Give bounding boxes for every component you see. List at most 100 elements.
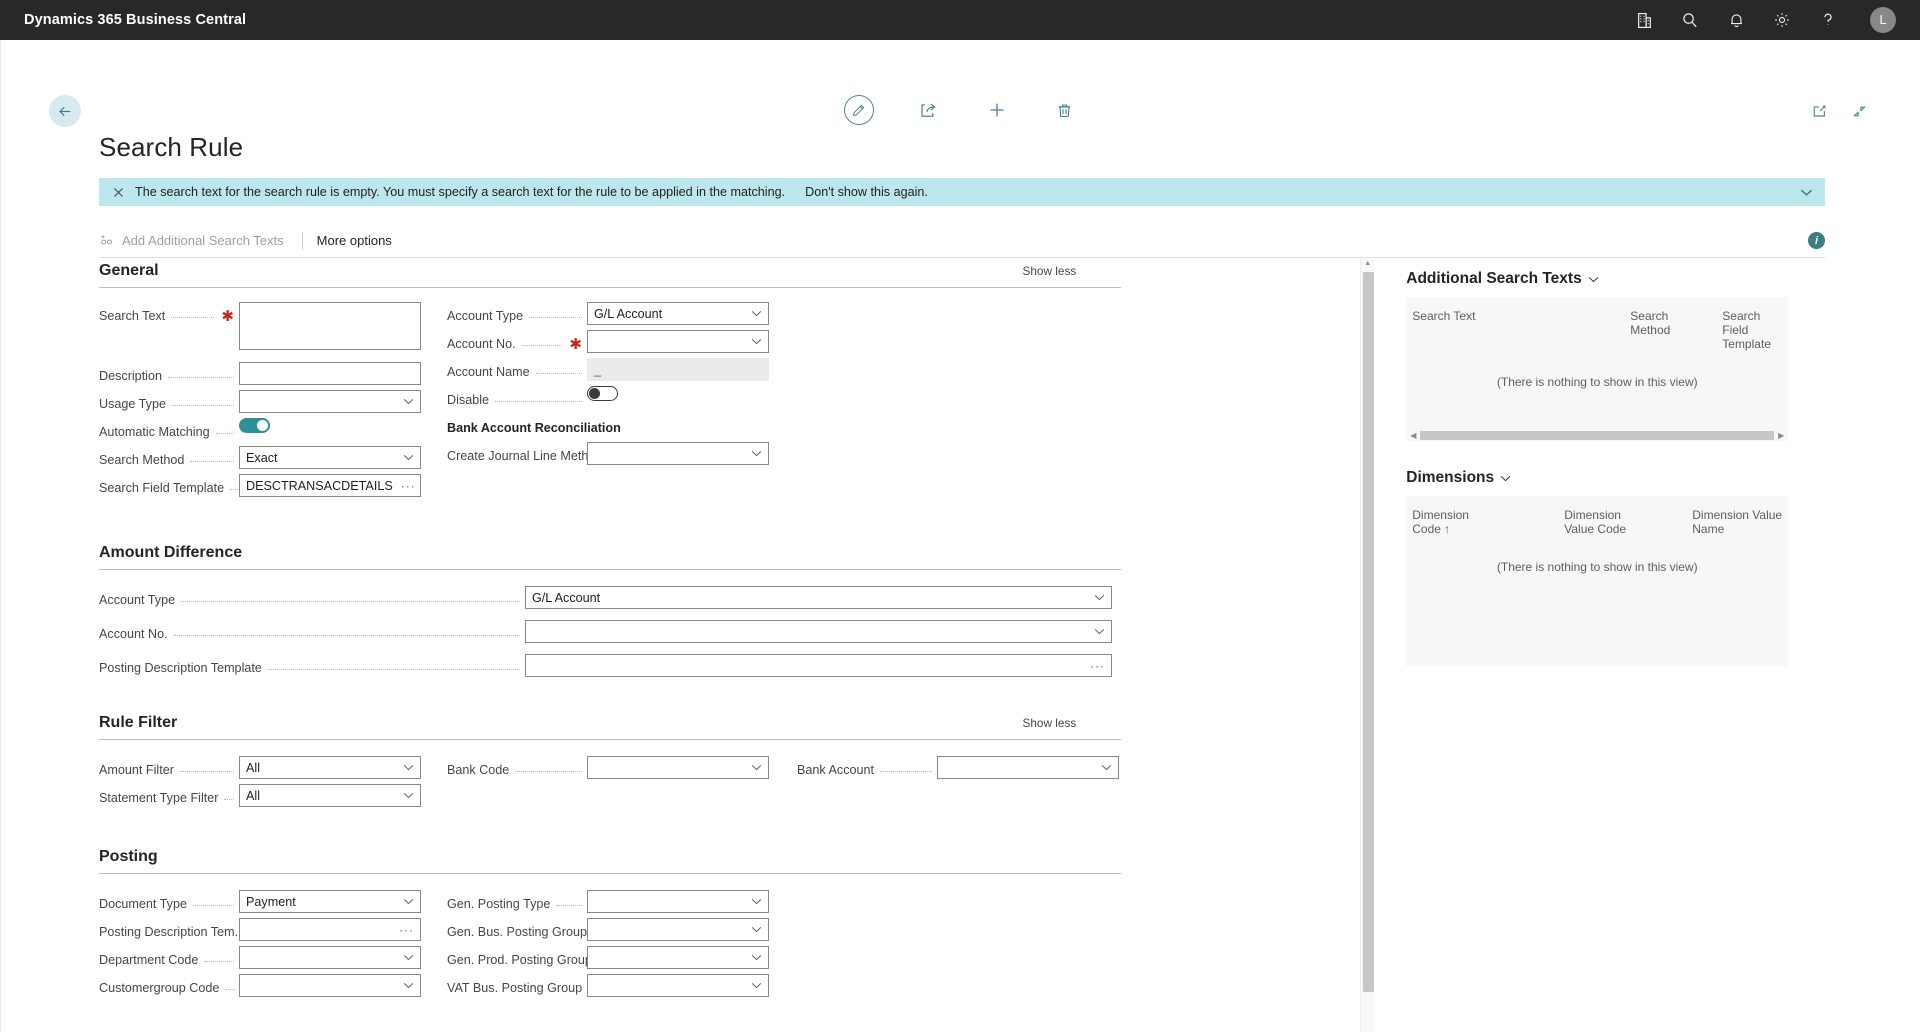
notification-dismiss-link[interactable]: Don't show this again.	[805, 185, 928, 199]
posting-description-template-lookup[interactable]: ···	[239, 918, 421, 941]
general-section-header: General Show less	[99, 262, 1354, 280]
account-type-dropdown[interactable]: G/L Account	[587, 302, 769, 325]
statement-type-filter-leader-dots	[224, 791, 235, 800]
amountdiff-account-type-dropdown[interactable]: G/L Account	[525, 586, 1112, 609]
chevron-down-icon	[743, 982, 762, 989]
chevron-down-icon	[1086, 628, 1105, 635]
additional-search-texts-column-header[interactable]: Search Text	[1412, 309, 1630, 351]
dimensions-column-header[interactable]: Dimension Value Name	[1692, 508, 1782, 536]
scrollbar-thumb[interactable]	[1363, 272, 1375, 992]
dimensions-title-label: Dimensions	[1406, 469, 1495, 486]
bank-code-dropdown[interactable]	[587, 756, 769, 779]
additional-search-texts-title[interactable]: Additional Search Texts	[1406, 270, 1920, 288]
new-button[interactable]	[984, 97, 1010, 123]
actions-ribbon: Add Additional Search Texts More options…	[99, 224, 1825, 258]
posting-description-template-field: Posting Description Tem...	[99, 918, 262, 946]
ellipsis-icon[interactable]: ···	[393, 479, 416, 493]
dimensions-column-header[interactable]: Dimension Value Code	[1564, 508, 1692, 536]
department-code-dropdown[interactable]	[239, 946, 421, 969]
disable-toggle[interactable]	[587, 386, 618, 401]
chevron-down-icon	[395, 398, 414, 405]
amount-difference-row: Account Type G/L Account	[99, 586, 1121, 614]
amount-filter-dropdown[interactable]: All	[239, 756, 421, 779]
customergroup-code-dropdown[interactable]	[239, 974, 421, 997]
statement-type-filter-label: Statement Type Filter	[99, 791, 219, 805]
delete-button[interactable]	[1052, 97, 1078, 123]
search-text-input[interactable]	[239, 302, 421, 350]
open-in-new-window-icon[interactable]	[1810, 102, 1828, 120]
notification-bell-icon[interactable]	[1726, 10, 1746, 30]
back-button[interactable]	[49, 95, 81, 127]
bank-account-dropdown[interactable]	[937, 756, 1119, 779]
amountdiff-account-no-dropdown[interactable]	[525, 620, 1112, 643]
gen-posting-type-label: Gen. Posting Type	[447, 897, 551, 911]
description-input[interactable]	[239, 362, 421, 385]
vat-bus-posting-group-dropdown[interactable]	[587, 974, 769, 997]
more-options-action[interactable]: More options	[317, 233, 406, 248]
search-method-dropdown[interactable]: Exact	[239, 446, 421, 469]
document-type-dropdown[interactable]: Payment	[239, 890, 421, 913]
account-no-dropdown[interactable]	[587, 330, 769, 353]
gen-posting-type-dropdown[interactable]	[587, 890, 769, 913]
additional-search-texts-column-header[interactable]: Search Method	[1630, 309, 1722, 351]
search-field-template-lookup[interactable]: DESCTRANSACDETAILS ···	[239, 474, 421, 497]
ellipsis-icon[interactable]: ···	[391, 923, 414, 937]
additional-search-texts-column-header[interactable]: Search Field Template	[1722, 309, 1782, 351]
chevron-down-icon	[395, 764, 414, 771]
amountdiff-posting-description-template-lookup[interactable]: ···	[525, 654, 1112, 677]
disable-toggle-knob	[589, 388, 600, 399]
search-method-leader-dots	[190, 453, 234, 462]
company-icon[interactable]	[1634, 10, 1654, 30]
gen-prod-posting-group-label: Gen. Prod. Posting Group	[447, 953, 592, 967]
customergroup-code-leader-dots	[225, 981, 236, 990]
usage-type-field: Usage Type	[99, 390, 239, 418]
additional-search-texts-horizontal-scrollbar[interactable]: ◀ ▶	[1406, 429, 1788, 441]
edit-pencil-button[interactable]	[843, 95, 874, 125]
search-field-template-field: Search Field Template	[99, 474, 241, 502]
create-journal-line-method-dropdown[interactable]	[587, 442, 769, 465]
dimensions-title[interactable]: Dimensions	[1406, 469, 1920, 487]
notification-close-icon[interactable]	[111, 187, 125, 198]
add-search-texts-icon	[99, 234, 115, 248]
share-button[interactable]	[916, 97, 942, 123]
scroll-left-arrow-icon[interactable]: ◀	[1410, 431, 1416, 440]
scroll-right-arrow-icon[interactable]: ▶	[1778, 431, 1784, 440]
posting-left-row: Customergroup Code	[99, 974, 421, 1002]
search-icon[interactable]	[1680, 10, 1700, 30]
statement-type-filter-dropdown[interactable]: All	[239, 784, 421, 807]
info-icon[interactable]: i	[1808, 232, 1825, 249]
add-additional-search-texts-action[interactable]: Add Additional Search Texts	[99, 233, 298, 248]
posting-section-header: Posting	[99, 848, 1354, 866]
chevron-down-icon	[1093, 764, 1112, 771]
scroll-up-arrow-icon[interactable]: ▲	[1361, 258, 1374, 270]
amount-difference-section-header: Amount Difference	[99, 544, 1354, 562]
page-content: General Show less Search Text ✱ Descript…	[1, 258, 1920, 1032]
general-section-title: General	[99, 262, 159, 279]
collapse-icon[interactable]	[1850, 102, 1868, 120]
account-no-leader-dots	[521, 337, 563, 346]
create-journal-line-method-field: Create Journal Line Meth...	[447, 442, 615, 470]
rule-filter-show-less-link[interactable]: Show less	[1022, 716, 1076, 732]
customergroup-code-field: Customergroup Code	[99, 974, 239, 1002]
automatic-matching-toggle[interactable]	[239, 418, 270, 433]
app-title: Dynamics 365 Business Central	[24, 12, 247, 28]
usage-type-dropdown[interactable]	[239, 390, 421, 413]
scrollbar-thumb[interactable]	[1420, 430, 1775, 440]
rule-filter-row: Bank Account	[797, 756, 1119, 784]
gen-prod-posting-group-dropdown[interactable]	[587, 946, 769, 969]
ellipsis-icon[interactable]: ···	[1082, 659, 1105, 673]
user-avatar[interactable]: L	[1870, 7, 1896, 33]
customergroup-code-label: Customergroup Code	[99, 981, 220, 995]
general-show-less-link[interactable]: Show less	[1022, 264, 1076, 280]
dimensions-column-header[interactable]: Dimension Code ↑	[1412, 508, 1564, 536]
search-text-field: Search Text ✱	[99, 302, 239, 330]
main-vertical-scrollbar[interactable]: ▲	[1360, 258, 1375, 1032]
posting-section-title: Posting	[99, 848, 158, 865]
page-window-actions	[1810, 102, 1868, 120]
settings-gear-icon[interactable]	[1772, 10, 1792, 30]
help-question-icon[interactable]	[1818, 10, 1838, 30]
posting-left-row: Posting Description Tem... ···	[99, 918, 421, 946]
gen-bus-posting-group-dropdown[interactable]	[587, 918, 769, 941]
document-type-text: Payment	[246, 894, 296, 909]
notification-chevron-down-icon[interactable]	[1800, 188, 1813, 197]
